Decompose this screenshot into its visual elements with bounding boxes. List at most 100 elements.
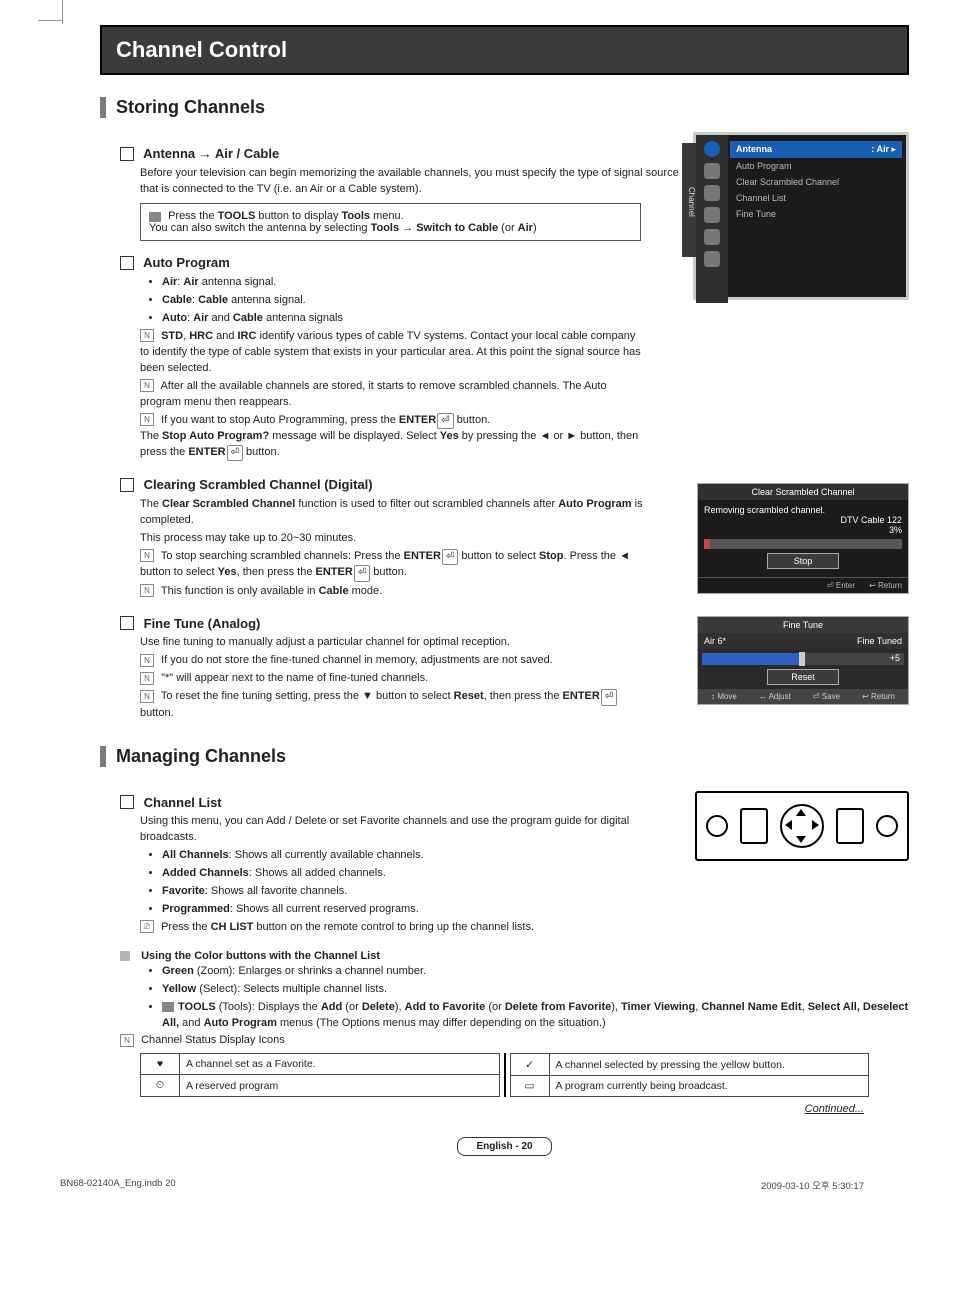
subsec-clearing: Clearing Scrambled Channel (Digital) [120, 477, 685, 493]
status-icons-title: N Channel Status Display Icons [120, 1033, 869, 1049]
note-chlist-button: ⎚ Press the CH LIST button on the remote… [140, 920, 643, 936]
remote-round-button [706, 815, 728, 837]
menu-icon [704, 251, 720, 267]
subsec-colorbuttons: Using the Color buttons with the Channel… [120, 950, 909, 962]
osd3-value: +5 [890, 653, 900, 663]
chapter-title: Channel Control [100, 25, 909, 75]
osd-item-clearscrambled: Clear Scrambled Channel [730, 174, 902, 190]
osd2-stop-button: Stop [767, 553, 839, 569]
grey-square-icon [120, 951, 130, 961]
square-bullet-icon [120, 616, 134, 630]
osd-item-autoprogram: Auto Program [730, 158, 902, 174]
menu-icon [704, 185, 720, 201]
osd-item-finetune: Fine Tune [730, 206, 902, 222]
subsec-antenna-label: Antenna → Air / Cable [143, 146, 279, 161]
osd-item-channellist: Channel List [730, 190, 902, 206]
subsec-antenna: Antenna → Air / Cable [120, 146, 681, 162]
osd-item-antenna: Antenna: Air ▸ [730, 141, 902, 158]
osd2-msg: Removing scrambled channel. [704, 505, 902, 515]
callout-tools: Press the TOOLS button to display Tools … [140, 203, 641, 241]
progress-bar [704, 539, 902, 549]
osd2-title: Clear Scrambled Channel [698, 484, 908, 500]
check-icon: ✓ [510, 1054, 549, 1076]
osd3-return: ↩ Return [862, 692, 895, 701]
osd3-tuned: Fine Tuned [857, 636, 902, 646]
finetune-p1: Use fine tuning to manually adjust a par… [140, 635, 685, 651]
square-bullet-icon [120, 478, 134, 492]
subsec-clearing-label: Clearing Scrambled Channel (Digital) [144, 477, 373, 492]
subsec-channellist-label: Channel List [144, 795, 222, 810]
remote-tools-button [740, 808, 768, 844]
color-bullets: Green (Zoom): Enlarges or shrinks a chan… [150, 964, 909, 1032]
osd3-ch: Air 6* [704, 636, 726, 646]
osd-icon-column [696, 135, 728, 303]
subsec-autoprogram: Auto Program [120, 255, 681, 271]
tools-icon [162, 1002, 174, 1012]
note-icon: N [140, 654, 154, 667]
note-icon: N [140, 672, 154, 685]
continued: Continued... [100, 1103, 864, 1115]
subsec-finetune-label: Fine Tune (Analog) [144, 616, 261, 631]
menu-icon [704, 229, 720, 245]
section-managing-channels: Managing Channels [100, 746, 909, 767]
osd-fine-tune: Fine Tune Air 6* Fine Tuned +5 Reset ↕ M… [697, 616, 909, 705]
menu-icon [704, 163, 720, 179]
note-icon: N [120, 1034, 134, 1047]
autoprog-list: Air: Air antenna signal. Cable: Cable an… [150, 275, 681, 327]
clearing-p1: The Clear Scrambled Channel function is … [140, 497, 685, 529]
enter-icon: ⏎ [354, 565, 370, 582]
remote-diagram [695, 791, 909, 861]
clock-icon: ⏲ [141, 1075, 180, 1097]
osd2-channel: DTV Cable 122 [704, 515, 902, 525]
note-icon: N [140, 379, 154, 392]
note-icon: N [140, 549, 154, 562]
remote-dpad [780, 804, 824, 848]
osd3-slider: +5 [702, 653, 904, 665]
osd-channel-menu: Channel Antenna: Air ▸ Auto Program Clea… [693, 132, 909, 300]
osd2-enter: ⏎ Enter [827, 581, 855, 590]
enter-icon: ⏎ [227, 445, 243, 462]
remote-return-button [836, 808, 864, 844]
print-footer: BN68-02140A_Eng.indb 20 2009-03-10 오후 5:… [60, 1178, 864, 1192]
remote-icon: ⎚ [140, 920, 154, 933]
square-bullet-icon [120, 795, 134, 809]
chlist-p1: Using this menu, you can Add / Delete or… [140, 814, 683, 846]
note-stop-scrambled: N To stop searching scrambled channels: … [140, 549, 645, 582]
note-ft-notsaved: N If you do not store the fine-tuned cha… [140, 653, 645, 669]
note-std-hrc-irc: N STD, HRC and IRC identify various type… [140, 329, 641, 377]
note-icon: N [140, 584, 154, 597]
osd3-reset-button: Reset [767, 669, 839, 685]
note-cable-only: N This function is only available in Cab… [140, 584, 645, 600]
subsec-autoprogram-label: Auto Program [143, 255, 230, 270]
section-storing-channels: Storing Channels [100, 97, 909, 118]
enter-icon: ⏎ [442, 549, 458, 566]
broadcast-icon: ▭ [510, 1075, 549, 1097]
subsec-channellist: Channel List [120, 795, 683, 811]
note-ft-star: N "*" will appear next to the name of fi… [140, 671, 645, 687]
osd3-save: ⏎ Save [813, 692, 840, 701]
square-bullet-icon [120, 147, 134, 161]
tools-icon [149, 212, 161, 222]
note-icon: N [140, 329, 154, 342]
note-icon: N [140, 690, 154, 703]
osd-clear-scrambled: Clear Scrambled Channel Removing scrambl… [697, 483, 909, 594]
note-ft-reset: N To reset the fine tuning setting, pres… [140, 689, 645, 721]
chlist-bullets: All Channels: Shows all currently availa… [150, 848, 683, 918]
subsec-finetune: Fine Tune (Analog) [120, 616, 685, 632]
note-icon: N [140, 413, 154, 426]
osd3-title: Fine Tune [698, 617, 908, 633]
osd2-return: ↩ Return [869, 581, 902, 590]
osd2-pct: 3% [704, 525, 902, 535]
osd3-adjust: ↔ Adjust [759, 692, 791, 701]
remote-round-button [876, 815, 898, 837]
page-footer: English - 20 [100, 1137, 909, 1156]
antenna-desc: Before your television can begin memoriz… [140, 166, 681, 198]
osd-sidebar-label: Channel [682, 143, 696, 257]
menu-icon [704, 207, 720, 223]
status-icon-table: ♥A channel set as a Favorite. ⏲A reserve… [140, 1053, 869, 1097]
osd3-move: ↕ Move [711, 692, 737, 701]
note-stop-autoprog: N If you want to stop Auto Programming, … [140, 413, 641, 462]
enter-icon: ⏎ [601, 689, 617, 706]
enter-icon: ⏎ [437, 413, 453, 430]
clearing-p2: This process may take up to 20~30 minute… [140, 531, 685, 547]
